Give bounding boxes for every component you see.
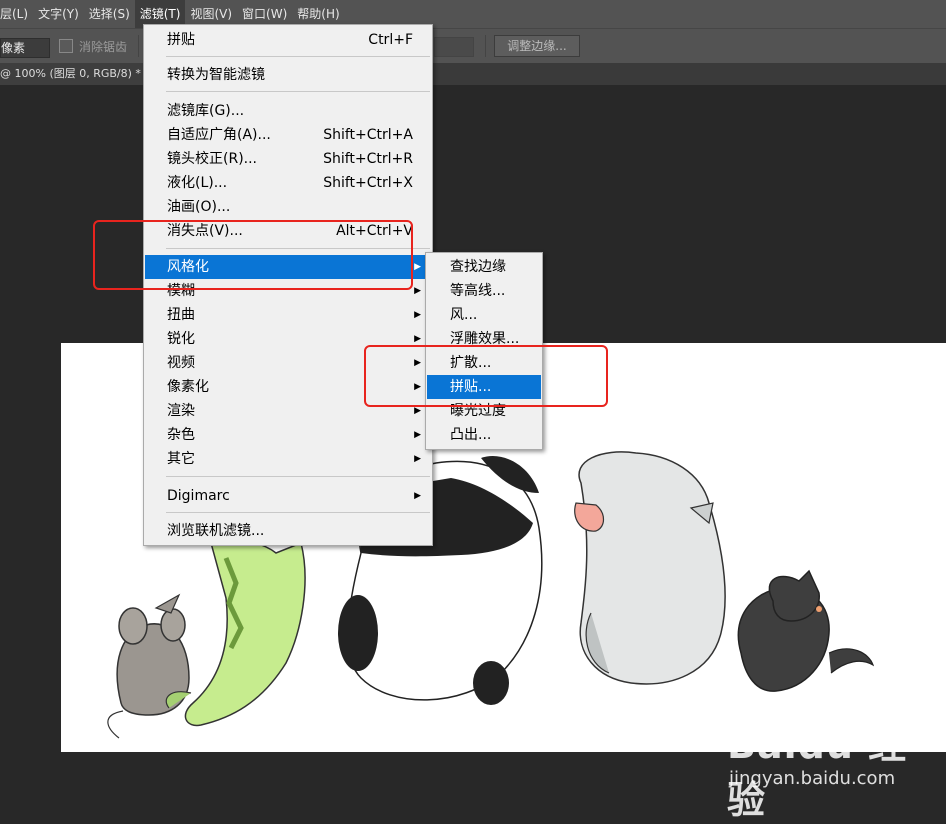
crocodile-figure (165, 539, 306, 727)
menu-divider (166, 512, 430, 513)
submenu-arrow-icon: ▶ (414, 262, 421, 272)
submenu-arrow-icon: ▶ (414, 454, 421, 464)
submenu-arrow-icon: ▶ (414, 491, 421, 501)
options-divider (138, 35, 139, 57)
menu-select[interactable]: 选择(S) (84, 0, 135, 28)
menu-item-filter-gallery[interactable]: 滤镜库(G)... (145, 99, 431, 123)
menu-item-other[interactable]: 其它 ▶ (145, 447, 431, 471)
antialias-label: 消除锯齿 (79, 40, 128, 54)
options-divider-2 (485, 35, 486, 57)
submenu-item-trace-contour[interactable]: 等高线... (427, 279, 541, 303)
submenu-arrow-icon: ▶ (414, 310, 421, 320)
menu-item-convert-smart-filter[interactable]: 转换为智能滤镜 (145, 63, 431, 87)
menu-bar: 层(L) 文字(Y) 选择(S) 滤镜(T) 视图(V) 窗口(W) 帮助(H) (0, 0, 946, 28)
options-bar: 像素 消除锯齿 调整边缘... (0, 28, 946, 64)
menu-item-browse-online[interactable]: 浏览联机滤镜... (145, 519, 431, 543)
menu-divider (166, 476, 430, 477)
menu-divider (166, 91, 430, 92)
mode-field[interactable]: 像素 (0, 38, 50, 58)
mouse-figure (107, 593, 190, 739)
submenu-item-wind[interactable]: 风... (427, 303, 541, 327)
annotation-box-tiles (364, 345, 608, 407)
submenu-arrow-icon: ▶ (414, 430, 421, 440)
menu-item-last-filter[interactable]: 拼贴 Ctrl+F (145, 28, 431, 52)
hippo-figure (574, 451, 726, 685)
cat-figure (737, 569, 875, 692)
menu-item-noise[interactable]: 杂色 ▶ (145, 423, 431, 447)
document-tab[interactable]: @ 100% (图层 0, RGB/8) * (0, 63, 146, 85)
refine-edge-button[interactable]: 调整边缘... (494, 35, 580, 57)
menu-item-oil-paint[interactable]: 油画(O)... (145, 195, 431, 219)
menu-divider (166, 56, 430, 57)
annotation-box-stylize (93, 220, 413, 290)
submenu-item-extrude[interactable]: 凸出... (427, 423, 541, 447)
antialias-checkbox[interactable] (59, 39, 73, 53)
menu-item-adaptive-wide-angle[interactable]: 自适应广角(A)... Shift+Ctrl+A (145, 123, 431, 147)
menu-type[interactable]: 文字(Y) (33, 0, 84, 28)
submenu-item-find-edges[interactable]: 查找边缘 (427, 255, 541, 279)
menu-item-liquify[interactable]: 液化(L)... Shift+Ctrl+X (145, 171, 431, 195)
menu-item-lens-correction[interactable]: 镜头校正(R)... Shift+Ctrl+R (145, 147, 431, 171)
menu-item-digimarc[interactable]: Digimarc ▶ (145, 484, 431, 508)
submenu-arrow-icon: ▶ (414, 286, 421, 296)
document-tab-bar: @ 100% (图层 0, RGB/8) * (0, 63, 946, 85)
height-field[interactable] (434, 37, 474, 57)
menu-item-distort[interactable]: 扭曲 ▶ (145, 303, 431, 327)
menu-layer[interactable]: 层(L) (0, 0, 33, 28)
watermark-site: jingyan.baidu.com (729, 768, 896, 789)
baidu-watermark: Baidu 经验 jingyan.baidu.com (727, 714, 927, 822)
